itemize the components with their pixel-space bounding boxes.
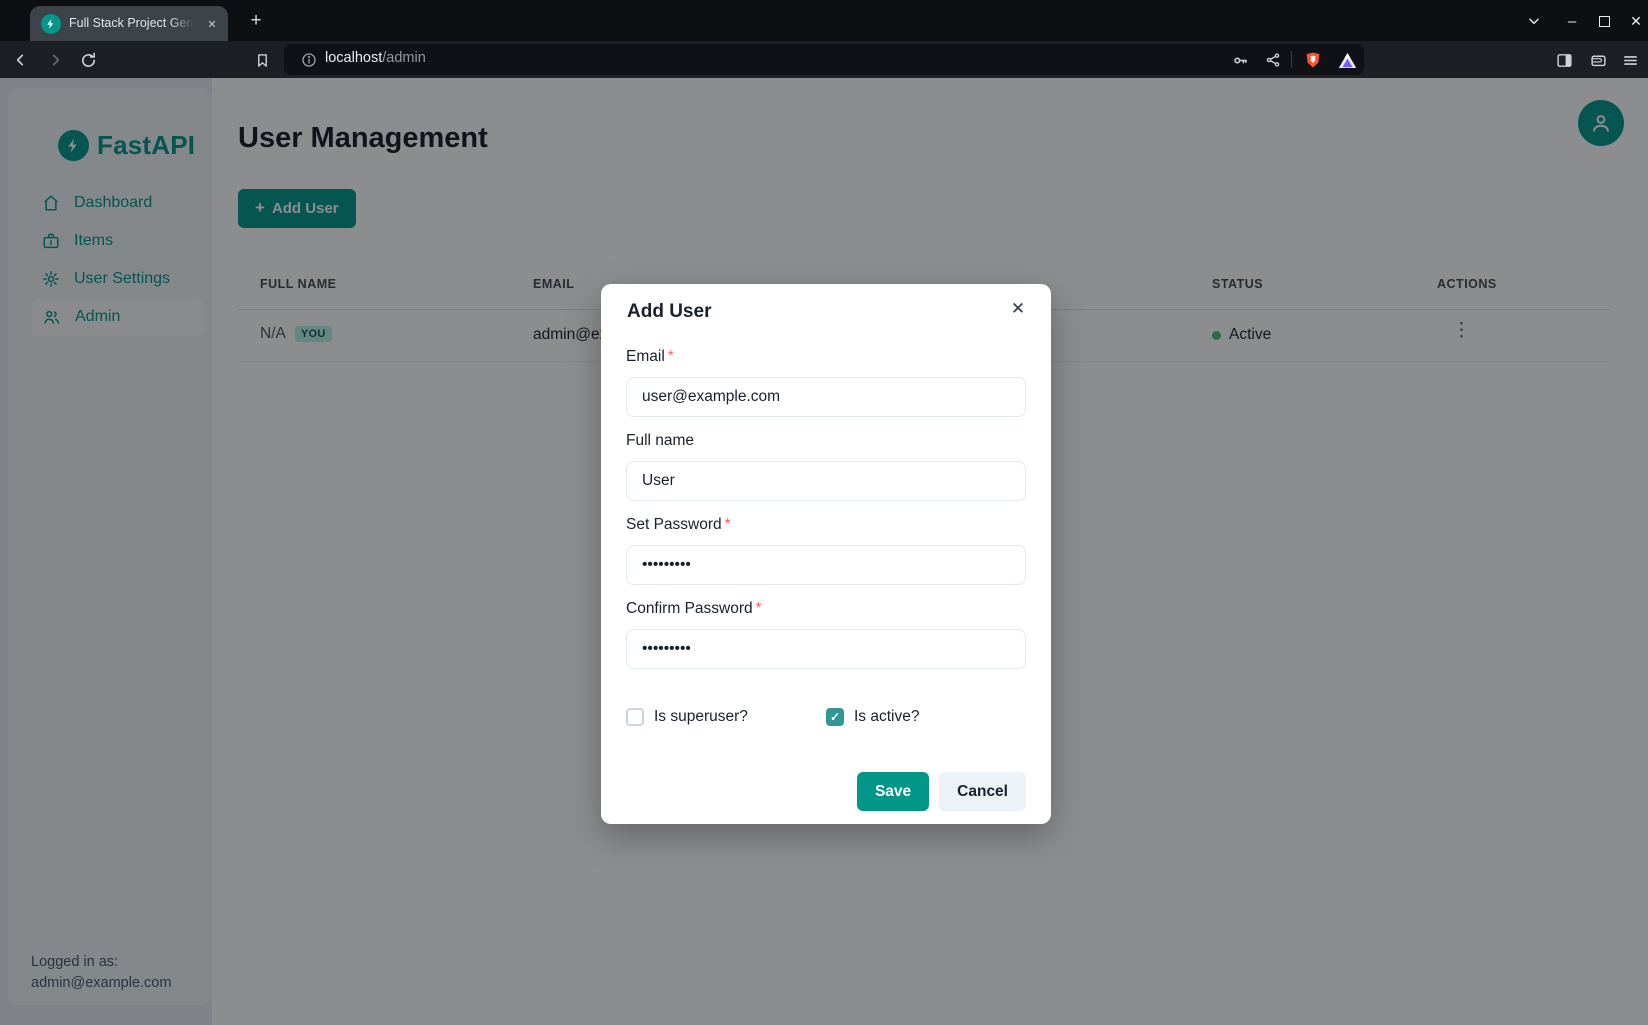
reload-button[interactable] <box>75 47 101 73</box>
required-asterisk: * <box>756 600 762 617</box>
full-name-label: Full name <box>626 432 694 449</box>
window-maximize-button[interactable] <box>1591 8 1617 34</box>
password-key-icon[interactable] <box>1227 47 1253 73</box>
email-label: Email <box>626 348 665 365</box>
set-password-field-group: Set Password* <box>626 516 1026 585</box>
full-name-field[interactable] <box>626 461 1026 501</box>
save-button[interactable]: Save <box>857 772 929 811</box>
browser-titlebar: Full Stack Project Genera ✕ + – ✕ <box>0 0 1648 41</box>
url-text: localhost/admin <box>325 50 426 66</box>
brave-shield-icon[interactable] <box>1300 47 1326 73</box>
browser-window: Full Stack Project Genera ✕ + – ✕ l <box>0 0 1648 1025</box>
tab-close-icon[interactable]: ✕ <box>202 14 222 34</box>
set-password-field[interactable] <box>626 545 1026 585</box>
address-bar[interactable]: localhost/admin 1 <box>284 44 1364 75</box>
is-superuser-checkbox[interactable] <box>626 708 644 726</box>
menu-hamburger-icon[interactable] <box>1617 47 1643 73</box>
required-asterisk: * <box>668 348 674 365</box>
email-field-group: Email* <box>626 348 1026 417</box>
required-asterisk: * <box>725 516 731 533</box>
maximize-icon <box>1599 16 1610 27</box>
fastapi-favicon-icon <box>41 14 61 34</box>
add-user-modal: Add User ✕ Email* Full name Set Password… <box>601 284 1051 824</box>
checkbox-row: Is superuser? ✓ Is active? <box>626 708 1026 726</box>
brave-rewards-icon[interactable]: 1 <box>1334 47 1360 73</box>
window-minimize-button[interactable]: – <box>1559 8 1585 34</box>
tab-search-chevron-icon[interactable] <box>1521 8 1547 34</box>
tab-title-fade <box>169 14 203 36</box>
confirm-password-field[interactable] <box>626 629 1026 669</box>
browser-tab[interactable]: Full Stack Project Genera ✕ <box>30 6 228 41</box>
browser-toolbar: localhost/admin 1 <box>0 41 1648 78</box>
modal-actions: Save Cancel <box>626 772 1026 811</box>
share-icon[interactable] <box>1260 47 1286 73</box>
window-close-button[interactable]: ✕ <box>1623 8 1648 34</box>
site-info-icon[interactable] <box>296 47 322 73</box>
set-password-label: Set Password <box>626 516 722 533</box>
bookmark-icon[interactable] <box>249 47 275 73</box>
confirm-password-field-group: Confirm Password* <box>626 600 1026 669</box>
is-active-checkbox[interactable]: ✓ <box>826 708 844 726</box>
full-name-field-group: Full name <box>626 432 1026 501</box>
back-button[interactable] <box>8 47 34 73</box>
cancel-button[interactable]: Cancel <box>939 772 1026 811</box>
url-path: /admin <box>382 50 426 66</box>
is-active-checkbox-group[interactable]: ✓ Is active? <box>826 708 1026 726</box>
new-tab-button[interactable]: + <box>243 8 269 34</box>
is-superuser-checkbox-group[interactable]: Is superuser? <box>626 708 826 726</box>
toolbar-separator <box>1291 51 1292 68</box>
forward-button[interactable] <box>42 47 68 73</box>
sidebar-toggle-icon[interactable] <box>1551 47 1577 73</box>
url-host: localhost <box>325 50 382 66</box>
modal-close-icon[interactable]: ✕ <box>1003 294 1033 324</box>
modal-title: Add User <box>627 301 711 323</box>
is-active-label: Is active? <box>854 708 919 726</box>
confirm-password-label: Confirm Password <box>626 600 753 617</box>
is-superuser-label: Is superuser? <box>654 708 748 726</box>
wallet-icon[interactable] <box>1585 47 1611 73</box>
email-field[interactable] <box>626 377 1026 417</box>
